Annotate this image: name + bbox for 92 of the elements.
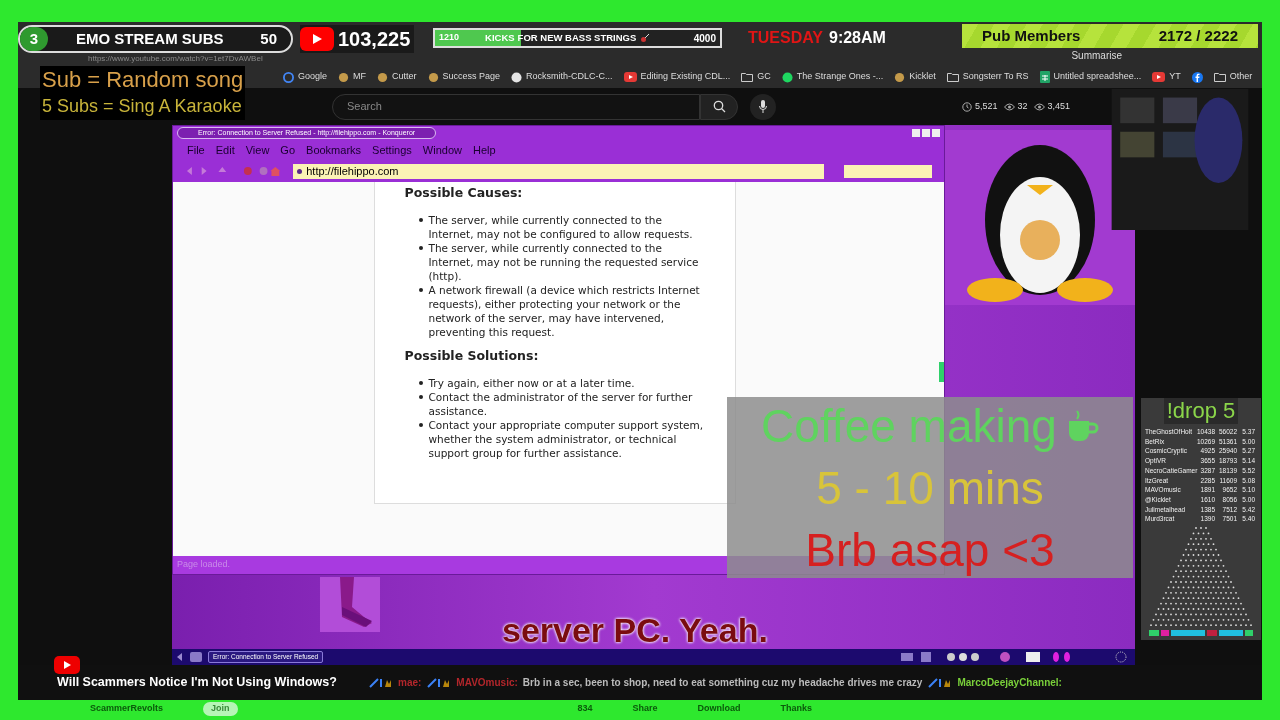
stat-item: 32 — [1003, 99, 1028, 114]
bookmark-item[interactable]: GC — [741, 70, 771, 84]
search-button[interactable] — [700, 93, 738, 120]
bookmark-item[interactable]: Cutter — [377, 70, 417, 84]
bullet-icon — [418, 422, 423, 427]
facebook-icon[interactable] — [1191, 71, 1203, 83]
list-text: A network firewall (a device which restricts Internet requests), either protecting your network or the network of the server, may have intervened, preventing this request. — [428, 282, 701, 339]
stat-item: 5,521 — [962, 99, 998, 114]
action-button[interactable]: Thanks — [780, 702, 813, 716]
launcher-icon[interactable] — [176, 651, 204, 663]
address-url[interactable]: https://www.youtube.com/watch?v=1et7DvAWBel — [88, 54, 263, 63]
eye-icon — [1003, 102, 1015, 111]
chat-username: mae: — [398, 676, 422, 690]
overlay-text: 5 - 10 mins — [816, 460, 1044, 516]
mic-button[interactable] — [750, 93, 776, 120]
video-title: Will Scammers Notice I'm Not Using Windows? — [57, 674, 338, 692]
bullet-icon — [418, 380, 423, 385]
list-text: The server, while currently connected to the Internet, may not be running the requested service (http). — [428, 240, 700, 283]
search-icon — [712, 100, 726, 113]
subs-label: EMO STREAM SUBS — [76, 28, 224, 49]
folder-icon — [1213, 72, 1226, 82]
day-text: TUESDAY — [748, 28, 823, 48]
list-text: Contact the administrator of the server for further assistance. — [428, 389, 694, 418]
eye-icon — [1033, 102, 1045, 111]
bookmark-item[interactable]: The Strange Ones -... — [781, 70, 884, 84]
youtube-icon — [300, 27, 334, 51]
list-text: Contact your appropriate computer support system, whether the system administrator, or technical support group for further assistance. — [428, 417, 705, 460]
subs-target: 50 — [260, 28, 277, 49]
play-icon — [623, 72, 637, 82]
chat-message: Brb in a sec, been to shop, need to eat something cuz my headache drives me crazy — [522, 676, 923, 690]
guitar-icon — [640, 33, 651, 43]
folder-icon — [741, 72, 754, 82]
sheet-icon — [1039, 71, 1050, 83]
mic-icon — [759, 100, 767, 113]
bookmark-item[interactable]: Rocksmith-CDLC-C... — [511, 70, 613, 84]
members-count: 2172 / 2222 — [1158, 25, 1238, 46]
site-icon — [377, 71, 389, 83]
bookmark-item[interactable]: Editing Existing CDL... — [623, 70, 731, 84]
site-icon — [894, 71, 906, 83]
url-field[interactable]: http://filehippo.com — [293, 163, 824, 179]
bookmark-item[interactable]: Success Page — [427, 70, 501, 84]
chat-username: MarcoDeejayChannel: — [957, 676, 1062, 690]
section-heading: Possible Solutions: — [404, 346, 540, 365]
bookmark-item[interactable]: Other — [1213, 70, 1253, 84]
status-text: Page loaded. — [177, 558, 231, 572]
subtitle: server PC. Yeah. — [502, 610, 768, 651]
list-text: Try again, either now or at a later time. — [428, 375, 635, 390]
bullet-icon — [418, 394, 423, 399]
rule-text: 5 Subs = Sing A Karaoke — [42, 95, 243, 118]
goal-current: 1210 — [439, 31, 460, 45]
goal-target: 4000 — [693, 31, 716, 46]
subscriber-count: 103,225 — [338, 27, 411, 52]
section-heading: Possible Causes: — [404, 184, 524, 202]
bookmark-item[interactable]: Google — [283, 70, 328, 84]
bookmark-item[interactable]: Untitled spreadshee... — [1039, 70, 1142, 84]
youtube-icon — [54, 656, 80, 674]
bookmark-item[interactable]: MF — [338, 70, 367, 84]
overlay-text: Brb asap <3 — [805, 522, 1055, 578]
rule-text: Sub = Random song — [42, 66, 244, 93]
action-button[interactable]: Share — [632, 702, 658, 716]
window-controls-icon[interactable] — [912, 129, 940, 137]
badge-icon — [369, 677, 393, 688]
list-text: The server, while currently connected to the Internet, may not be configured to allow requests. — [428, 212, 694, 241]
site-icon — [338, 71, 350, 83]
leaderboard-title: !drop 5 — [1163, 398, 1239, 424]
bookmark-item[interactable]: Kicklet — [894, 70, 936, 84]
clock-icon — [962, 101, 972, 112]
bookmark-item[interactable]: Songsterr To RS — [946, 70, 1029, 84]
members-label: Pub Members — [982, 25, 1081, 46]
bullet-icon — [418, 217, 423, 222]
goal-label: KICKS — [485, 30, 515, 45]
action-button[interactable]: Download — [697, 702, 741, 716]
time-text: 9:28AM — [829, 28, 886, 48]
channel-name[interactable]: ScammerRevolts — [90, 702, 164, 716]
badge-icon — [928, 677, 953, 688]
like-count[interactable]: 834 — [577, 702, 593, 716]
chat-username: MAVOmusic: — [456, 676, 518, 690]
badge-icon — [427, 677, 452, 688]
bullet-icon — [418, 245, 423, 250]
subs-count: 3 — [20, 27, 48, 51]
summarise-button[interactable]: Summarise — [1071, 48, 1122, 63]
folder-icon — [946, 72, 959, 82]
play-icon — [1152, 72, 1166, 82]
bookmark-item[interactable]: YT — [1152, 70, 1181, 84]
stat-item: 3,451 — [1033, 99, 1071, 114]
site-icon — [427, 71, 439, 83]
bullet-icon — [418, 287, 423, 292]
search-field[interactable] — [843, 164, 932, 178]
scrollbar[interactable] — [939, 362, 944, 382]
overlay-text: Coffee making — [761, 398, 1057, 454]
join-button[interactable]: Join — [203, 702, 238, 716]
search-field[interactable]: Search — [332, 93, 700, 120]
